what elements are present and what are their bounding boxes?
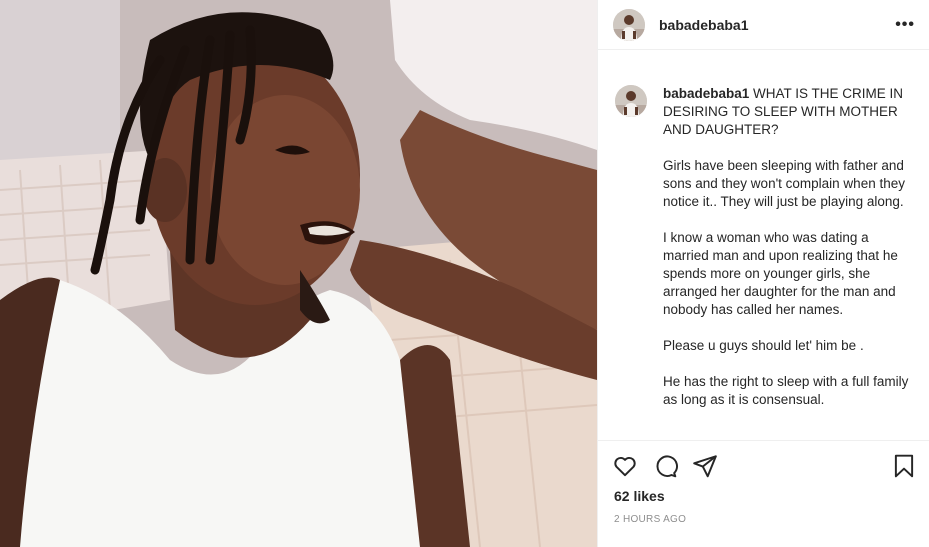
like-count[interactable]: 62 likes: [598, 488, 929, 504]
caption-text: babadebaba1 WHAT IS THE CRIME IN DESIRIN…: [663, 85, 913, 440]
caption-avatar[interactable]: [615, 85, 647, 117]
post-header: babadebaba1 •••: [598, 0, 929, 50]
bookmark-icon[interactable]: [891, 453, 917, 479]
caption-section: babadebaba1 WHAT IS THE CRIME IN DESIRIN…: [598, 50, 929, 441]
username-link[interactable]: babadebaba1: [659, 17, 748, 33]
share-icon[interactable]: [692, 453, 718, 479]
more-options-icon[interactable]: •••: [895, 16, 915, 33]
instagram-post: babadebaba1 ••• babadebaba1 WHAT IS THE …: [0, 0, 929, 547]
post-timestamp[interactable]: 2 HOURS AGO: [598, 514, 929, 525]
photo-illustration: [0, 0, 597, 547]
caption-paragraph: He has the right to sleep with a full fa…: [663, 374, 909, 407]
post-details-panel: babadebaba1 ••• babadebaba1 WHAT IS THE …: [597, 0, 929, 547]
comment-icon[interactable]: [652, 453, 678, 479]
caption-paragraph: I know a woman who was dating a married …: [663, 230, 898, 317]
post-photo[interactable]: [0, 0, 597, 547]
profile-picture: [615, 85, 647, 117]
avatar[interactable]: [613, 8, 645, 41]
caption-username[interactable]: babadebaba1: [663, 86, 749, 101]
profile-picture: [613, 8, 645, 41]
caption-paragraph: Girls have been sleeping with father and…: [663, 158, 905, 209]
action-bar: [598, 441, 929, 491]
heart-icon[interactable]: [612, 453, 638, 479]
caption-paragraph: Please u guys should let' him be .: [663, 338, 864, 353]
caption-heading: babadebaba1 WHAT IS THE CRIME IN DESIRIN…: [663, 85, 913, 139]
